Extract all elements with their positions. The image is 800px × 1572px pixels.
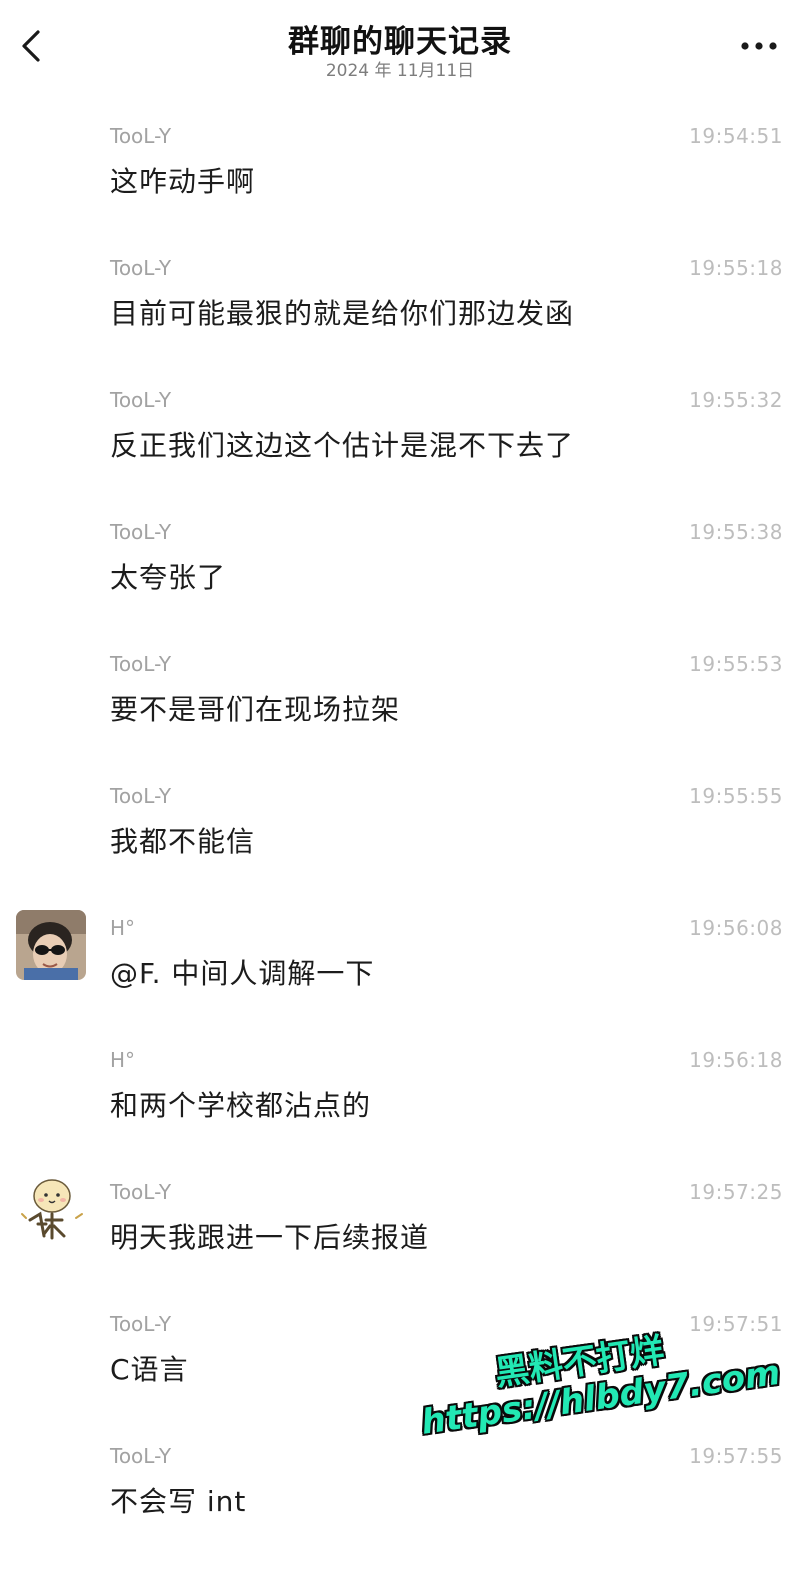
message-text: 目前可能最狠的就是给你们那边发函 xyxy=(110,297,575,330)
message-item[interactable]: TooL-Y 19:55:53 要不是哥们在现场拉架 xyxy=(0,624,800,756)
message-sender: TooL-Y xyxy=(110,1444,172,1468)
message-sender: TooL-Y xyxy=(110,1312,172,1336)
message-sender: TooL-Y xyxy=(110,388,172,412)
message-sender: TooL-Y xyxy=(110,520,172,544)
message-list: TooL-Y 19:54:51 这咋动手啊 TooL-Y 19:55:18 目前… xyxy=(0,96,800,1548)
message-text: 明天我跟进一下后续报道 xyxy=(110,1221,430,1254)
message-sender: TooL-Y xyxy=(110,256,172,280)
message-item[interactable]: TooL-Y 19:57:25 明天我跟进一下后续报道 xyxy=(0,1152,800,1284)
more-dots-icon xyxy=(741,42,777,50)
message-text: 不会写 int xyxy=(110,1485,247,1518)
message-time: 19:55:38 xyxy=(689,520,783,544)
page-title: 群聊的聊天记录 xyxy=(288,24,512,60)
message-sender: H° xyxy=(110,916,136,940)
message-item[interactable]: TooL-Y 19:57:55 不会写 int xyxy=(0,1416,800,1548)
page-date: 2024 年 11月11日 xyxy=(325,61,475,81)
message-sender: TooL-Y xyxy=(110,124,172,148)
message-item[interactable]: H° 19:56:18 和两个学校都沾点的 xyxy=(0,1020,800,1152)
photo-avatar[interactable] xyxy=(16,910,86,980)
cartoon-avatar[interactable] xyxy=(16,1174,86,1244)
message-time: 19:57:25 xyxy=(689,1180,783,1204)
message-text: 要不是哥们在现场拉架 xyxy=(110,693,401,726)
message-item[interactable]: TooL-Y 19:57:51 C语言 xyxy=(0,1284,800,1416)
message-sender: TooL-Y xyxy=(110,652,172,676)
message-time: 19:56:18 xyxy=(689,1048,783,1072)
message-text: 这咋动手啊 xyxy=(110,165,256,198)
message-text: 我都不能信 xyxy=(110,825,256,858)
message-time: 19:57:55 xyxy=(689,1444,783,1468)
message-text: 反正我们这边这个估计是混不下去了 xyxy=(110,429,575,462)
message-text: C语言 xyxy=(110,1353,189,1386)
chat-header: 群聊的聊天记录 2024 年 11月11日 xyxy=(0,0,800,96)
message-text: 和两个学校都沾点的 xyxy=(110,1089,372,1122)
message-text: @F. 中间人调解一下 xyxy=(110,957,375,990)
message-time: 19:54:51 xyxy=(689,124,783,148)
message-item[interactable]: TooL-Y 19:55:55 我都不能信 xyxy=(0,756,800,888)
message-time: 19:55:18 xyxy=(689,256,783,280)
message-sender: TooL-Y xyxy=(110,1180,172,1204)
more-button[interactable] xyxy=(738,28,782,64)
message-sender: TooL-Y xyxy=(110,784,172,808)
message-time: 19:57:51 xyxy=(689,1312,783,1336)
message-item[interactable]: TooL-Y 19:55:18 目前可能最狠的就是给你们那边发函 xyxy=(0,228,800,360)
message-sender: H° xyxy=(110,1048,136,1072)
message-item[interactable]: H° 19:56:08 @F. 中间人调解一下 xyxy=(0,888,800,1020)
message-time: 19:55:53 xyxy=(689,652,783,676)
message-time: 19:56:08 xyxy=(689,916,783,940)
message-item[interactable]: TooL-Y 19:55:38 太夸张了 xyxy=(0,492,800,624)
message-item[interactable]: TooL-Y 19:55:32 反正我们这边这个估计是混不下去了 xyxy=(0,360,800,492)
message-time: 19:55:55 xyxy=(689,784,783,808)
message-time: 19:55:32 xyxy=(689,388,783,412)
message-text: 太夸张了 xyxy=(110,561,227,594)
message-item[interactable]: TooL-Y 19:54:51 这咋动手啊 xyxy=(0,96,800,228)
